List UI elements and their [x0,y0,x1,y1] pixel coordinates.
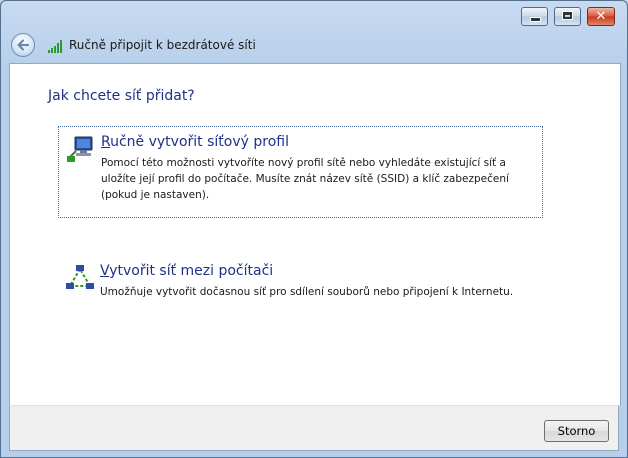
window-title: Ručně připojit k bezdrátové síti [69,38,256,52]
option-manual-profile[interactable]: Ručně vytvořit síťový profil Pomocí této… [58,126,543,218]
page-heading: Jak chcete síť přidat? [48,88,195,104]
title-bar: ✕ Ručně připojit k bezdrátové síti [1,1,627,63]
network-computer-icon [67,136,93,162]
close-button[interactable]: ✕ [587,7,615,26]
close-icon: ✕ [595,9,607,24]
option-adhoc-network-title: Vytvořit síť mezi počítači [100,263,274,279]
maximize-icon [563,12,572,19]
footer-bar: Storno [9,405,619,451]
cancel-button[interactable]: Storno [544,420,609,442]
adhoc-network-icon [66,265,94,289]
option-manual-profile-description: Pomocí této možnosti vytvoříte nový prof… [101,157,509,201]
maximize-button[interactable] [554,7,581,26]
option-manual-profile-title: Ručně vytvořit síťový profil [101,134,289,150]
wizard-window: ✕ Ručně připojit k bezdrátové síti Jak c… [0,0,628,458]
wireless-signal-icon [48,40,62,53]
minimize-button[interactable] [521,7,548,26]
back-arrow-icon [17,39,30,51]
back-button[interactable] [11,33,35,57]
minimize-icon [531,18,540,21]
content-area: Jak chcete síť přidat? Ručně vytvořit sí… [9,63,621,406]
option-adhoc-network[interactable]: Vytvořit síť mezi počítači Umožňuje vytv… [58,256,543,316]
option-adhoc-network-description: Umožňuje vytvořit dočasnou síť pro sdíle… [100,286,514,298]
